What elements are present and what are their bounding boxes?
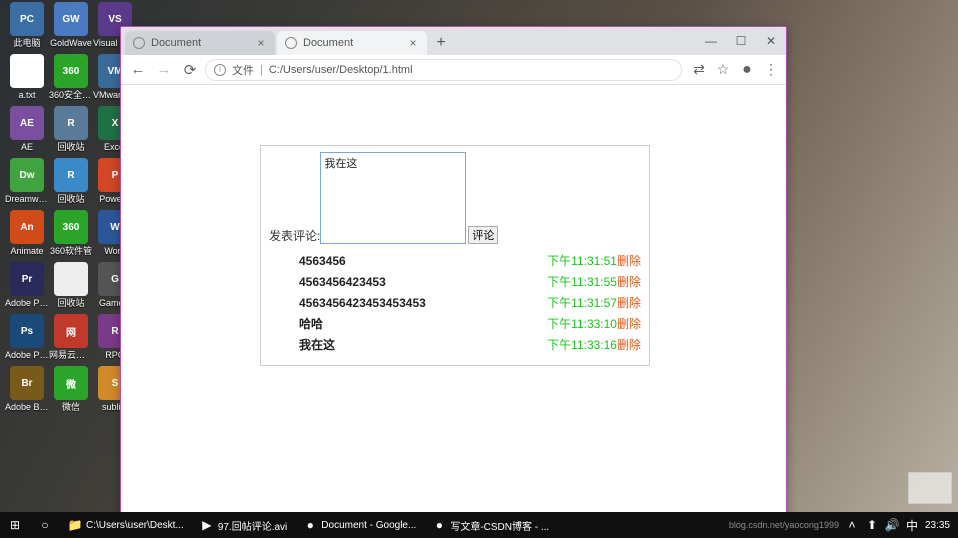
delete-link[interactable]: 删除 [617,294,641,311]
clock-time[interactable]: 23:35 [925,520,950,531]
desktop-icon[interactable]: 微微信 [50,366,92,412]
close-button[interactable]: ✕ [756,27,786,55]
comment-time: 下午11:31:51 [547,252,617,269]
minimize-button[interactable]: — [696,27,726,55]
desktop-icon[interactable]: R回收站 [50,158,92,204]
tab-title: Document [303,37,353,49]
tray-up-icon[interactable]: ˄ [845,518,859,532]
comment-form: 发表评论: 评论 [269,152,641,244]
start-button[interactable]: ⊞ [0,512,30,538]
desktop-icon[interactable]: AnAnimate [6,210,48,256]
comment-time: 下午11:33:16 [547,336,617,353]
comment-row: 4563456 下午11:31:51删除 [269,250,641,271]
search-button[interactable]: ○ [30,512,60,538]
taskbar-item[interactable]: ●写文章-CSDN博客 - ... [424,512,557,538]
taskbar-item[interactable]: 📁C:\Users\user\Deskt... [60,512,192,538]
delete-link[interactable]: 删除 [617,273,641,290]
new-tab-button[interactable]: + [429,31,453,55]
delete-link[interactable]: 删除 [617,315,641,332]
desktop-icon[interactable]: a.txt [6,54,48,100]
desktop-icon[interactable]: AEAE [6,106,48,152]
network-icon[interactable]: ⬆ [865,518,879,532]
system-tray: blog.csdn.net/yaocong1999 ˄ ⬆ 🔊 中 23:35 [729,518,958,532]
taskbar-item[interactable]: ●Document - Google... [295,512,424,538]
comment-text: 哈哈 [269,315,469,332]
ime-icon[interactable]: 中 [905,518,919,532]
window-controls: — ☐ ✕ [696,27,786,55]
close-icon[interactable]: × [255,37,267,49]
desktop-icon[interactable]: 网网易云音乐 [50,314,92,360]
desktop-icon[interactable]: GWGoldWave [50,2,92,48]
comment-list: 4563456下午11:31:51删除4563456423453下午11:31:… [269,250,641,355]
desktop-icon[interactable]: BrAdobe Bridge C [6,366,48,412]
menu-icon[interactable]: ⋮ [762,61,780,79]
favicon-icon [285,37,297,49]
watermark: blog.csdn.net/yaocong1999 [729,520,839,530]
comment-textarea[interactable] [320,152,466,244]
comment-time: 下午11:33:10 [547,315,617,332]
desktop-icon[interactable]: 360360软件管 [50,210,92,256]
tab-strip: Document × Document × + — ☐ ✕ [121,27,786,55]
taskbar-item[interactable]: ▶97.回帖评论.avi [192,512,295,538]
user-icon[interactable]: ● [738,61,756,79]
windows-icon: ⊞ [8,518,22,532]
forward-button[interactable]: → [153,59,175,81]
desktop-icon[interactable]: PsAdobe Photosh [6,314,48,360]
comment-row: 4563456423453 下午11:31:55删除 [269,271,641,292]
search-icon: ○ [38,518,52,532]
comment-text: 4563456 [269,254,469,268]
comment-text: 我在这 [269,336,469,353]
star-icon[interactable]: ☆ [714,61,732,79]
toolbar-right: ⇄ ☆ ● ⋮ [686,61,780,79]
comment-text: 4563456423453 [269,275,469,289]
translate-icon[interactable]: ⇄ [690,61,708,79]
comment-row: 4563456423453453453 下午11:31:57删除 [269,292,641,313]
volume-icon[interactable]: 🔊 [885,518,899,532]
addr-path: C:/Users/user/Desktop/1.html [269,64,413,76]
addr-prefix: 文件 [232,62,254,78]
delete-link[interactable]: 删除 [617,336,641,353]
tray-popup [908,472,952,504]
comment-card: 发表评论: 评论 4563456下午11:31:51删除456345642345… [260,145,650,366]
tab-document-2[interactable]: Document × [277,31,427,55]
comment-text: 4563456423453453453 [269,296,469,310]
comment-row: 我在这 下午11:33:16删除 [269,334,641,355]
comment-time: 下午11:31:55 [547,273,617,290]
info-icon: i [214,64,226,76]
back-button[interactable]: ← [127,59,149,81]
comment-row: 哈哈 下午11:33:10删除 [269,313,641,334]
submit-button[interactable]: 评论 [468,226,498,244]
maximize-button[interactable]: ☐ [726,27,756,55]
taskbar: ⊞ ○ 📁C:\Users\user\Deskt...▶97.回帖评论.avi●… [0,512,958,538]
desktop-icon[interactable]: 360360安全卫士 [50,54,92,100]
browser-window: Document × Document × + — ☐ ✕ ← → ⟳ i 文件… [120,26,787,520]
comment-time: 下午11:31:57 [547,294,617,311]
desktop-icon[interactable]: R回收站 [50,106,92,152]
delete-link[interactable]: 删除 [617,252,641,269]
form-label: 发表评论: [269,227,320,244]
favicon-icon [133,37,145,49]
close-icon[interactable]: × [407,37,419,49]
desktop-icon[interactable]: ○回收站 [50,262,92,308]
reload-button[interactable]: ⟳ [179,59,201,81]
desktop-icon[interactable]: PrAdobe Premie [6,262,48,308]
desktop-icon[interactable]: PC此电脑 [6,2,48,48]
desktop-icon[interactable]: DwDreamweav [6,158,48,204]
tab-document-1[interactable]: Document × [125,31,275,55]
tab-title: Document [151,37,201,49]
address-bar: ← → ⟳ i 文件 | C:/Users/user/Desktop/1.htm… [121,55,786,85]
omnibox[interactable]: i 文件 | C:/Users/user/Desktop/1.html [205,59,682,81]
page-content: 发表评论: 评论 4563456下午11:31:51删除456345642345… [121,85,786,519]
